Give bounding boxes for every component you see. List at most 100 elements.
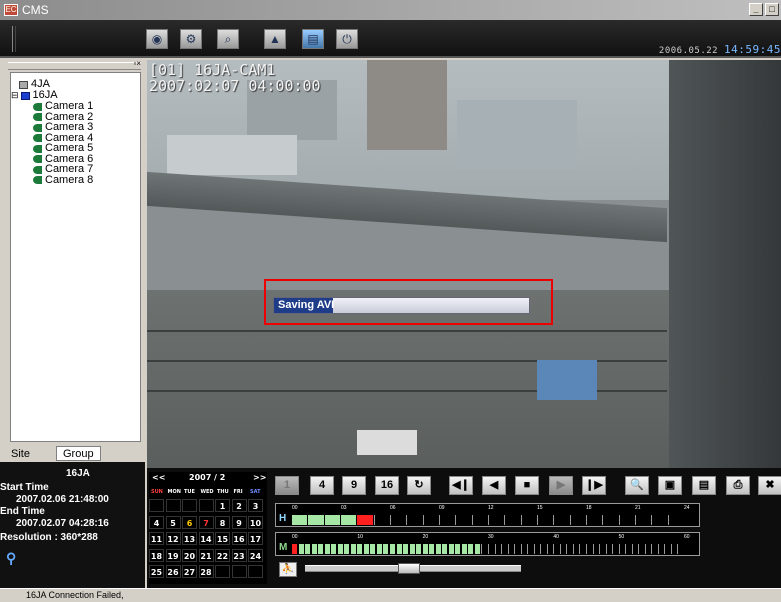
multi-view-icon[interactable]: ▲ — [264, 29, 286, 49]
hour-slot[interactable] — [569, 515, 585, 525]
calendar-day[interactable]: 16 — [231, 532, 247, 545]
minute-slot[interactable] — [461, 544, 467, 554]
calendar-day[interactable]: 7 — [198, 515, 214, 529]
minute-slot[interactable] — [422, 544, 428, 554]
minute-slot[interactable] — [586, 544, 592, 554]
calendar-day[interactable]: 2 — [231, 499, 247, 512]
minute-slot[interactable] — [553, 544, 559, 554]
minute-slot[interactable] — [435, 544, 441, 554]
minute-slot[interactable] — [429, 544, 435, 554]
hour-slot[interactable] — [455, 515, 471, 525]
play-icon[interactable]: ▶ — [549, 476, 573, 495]
hour-slot[interactable] — [390, 515, 406, 525]
minute-slot[interactable] — [390, 544, 396, 554]
minute-slot[interactable] — [644, 544, 650, 554]
minute-slot[interactable] — [468, 544, 474, 554]
tab-site[interactable]: Site — [4, 446, 37, 461]
power-icon[interactable]: ⏻ — [336, 29, 358, 49]
hour-slot[interactable] — [357, 515, 373, 525]
minute-timeline[interactable]: M 00 10 20 30 40 50 60 — [275, 532, 700, 556]
calendar-day[interactable]: 23 — [231, 548, 247, 562]
split-1-button[interactable]: 1 — [275, 476, 299, 495]
calendar-day[interactable]: 19 — [165, 548, 181, 562]
minute-slot[interactable] — [409, 544, 415, 554]
minute-slot[interactable] — [357, 544, 363, 554]
speed-slider-thumb[interactable] — [398, 563, 421, 574]
stop-icon[interactable]: ■ — [515, 476, 539, 495]
collapse-icon[interactable]: ⊟ — [11, 90, 19, 101]
minute-slot[interactable] — [344, 544, 350, 554]
hour-slot[interactable] — [651, 515, 667, 525]
connect-icon[interactable]: ◉ — [146, 29, 168, 49]
split-9-button[interactable]: 9 — [342, 476, 366, 495]
calendar-day[interactable]: 10 — [248, 515, 263, 529]
minute-slot[interactable] — [618, 544, 624, 554]
hour-slot[interactable] — [406, 515, 422, 525]
minute-slot[interactable] — [533, 544, 539, 554]
minute-slot[interactable] — [625, 544, 631, 554]
hour-slot[interactable] — [373, 515, 389, 525]
split-16-button[interactable]: 16 — [375, 476, 399, 495]
minute-slot[interactable] — [363, 544, 369, 554]
snapshot-icon[interactable]: ▣ — [658, 476, 682, 495]
minute-slot[interactable] — [651, 544, 657, 554]
minute-slot[interactable] — [527, 544, 533, 554]
hour-slot[interactable] — [439, 515, 455, 525]
video-view[interactable]: [01] 16JA-CAM1 2007:02:07 04:00:00 Savin… — [147, 60, 781, 468]
calendar-day[interactable]: 28 — [198, 565, 214, 578]
minute-slot[interactable] — [670, 544, 676, 554]
export-icon[interactable]: ▤ — [692, 476, 716, 495]
hour-slot[interactable] — [586, 515, 602, 525]
minute-slot[interactable] — [481, 544, 487, 554]
calendar-day[interactable]: 18 — [149, 548, 164, 562]
minute-slot[interactable] — [324, 544, 330, 554]
minute-slot[interactable] — [403, 544, 409, 554]
prev-month-button[interactable]: << — [152, 473, 165, 482]
hour-slot[interactable] — [520, 515, 536, 525]
minute-slot[interactable] — [520, 544, 526, 554]
minute-slot[interactable] — [376, 544, 382, 554]
hour-slot[interactable] — [341, 515, 357, 525]
minute-slot[interactable] — [455, 544, 461, 554]
minute-slot[interactable] — [298, 544, 304, 554]
hour-slot[interactable] — [292, 515, 308, 525]
minute-slot[interactable] — [318, 544, 324, 554]
reverse-play-icon[interactable]: ◀ — [482, 476, 506, 495]
calendar-day[interactable]: 15 — [215, 532, 230, 545]
minute-slot[interactable] — [416, 544, 422, 554]
calendar-day[interactable]: 13 — [182, 532, 197, 545]
hour-slot[interactable] — [537, 515, 553, 525]
minute-slot[interactable] — [566, 544, 572, 554]
split-4-button[interactable]: 4 — [310, 476, 334, 495]
calendar-day[interactable]: 21 — [198, 548, 214, 562]
hour-slot[interactable] — [324, 515, 340, 525]
minute-slot[interactable] — [474, 544, 480, 554]
minute-slot[interactable] — [396, 544, 402, 554]
hour-slot[interactable] — [504, 515, 520, 525]
minute-slot[interactable] — [507, 544, 513, 554]
calendar-day[interactable]: 14 — [198, 532, 214, 545]
calendar-day[interactable]: 25 — [149, 565, 164, 578]
search-icon[interactable]: ⌕ — [217, 29, 239, 49]
minute-slot[interactable] — [612, 544, 618, 554]
hour-timeline[interactable]: H 00 03 06 09 12 15 18 21 24 — [275, 503, 700, 527]
minute-slot[interactable] — [337, 544, 343, 554]
calendar-day[interactable]: 22 — [215, 548, 230, 562]
hour-slot[interactable] — [618, 515, 634, 525]
minute-slot[interactable] — [605, 544, 611, 554]
minute-slot[interactable] — [292, 544, 298, 554]
maximize-button[interactable]: □ — [765, 3, 779, 16]
speed-slider[interactable] — [305, 563, 521, 574]
minute-slot[interactable] — [638, 544, 644, 554]
close-playback-icon[interactable]: ✖ — [758, 476, 781, 495]
minute-slot[interactable] — [448, 544, 454, 554]
minute-slot[interactable] — [540, 544, 546, 554]
minute-slot[interactable] — [331, 544, 337, 554]
minute-slot[interactable] — [631, 544, 637, 554]
pane-close-icon[interactable]: ▫× — [133, 59, 141, 68]
calendar-day[interactable]: 12 — [165, 532, 181, 545]
playback-icon[interactable]: ▤ — [302, 29, 324, 49]
tree-camera-item[interactable]: Camera 8 — [33, 174, 93, 186]
calendar-day[interactable]: 17 — [248, 532, 263, 545]
print-icon[interactable]: ⎙ — [726, 476, 750, 495]
